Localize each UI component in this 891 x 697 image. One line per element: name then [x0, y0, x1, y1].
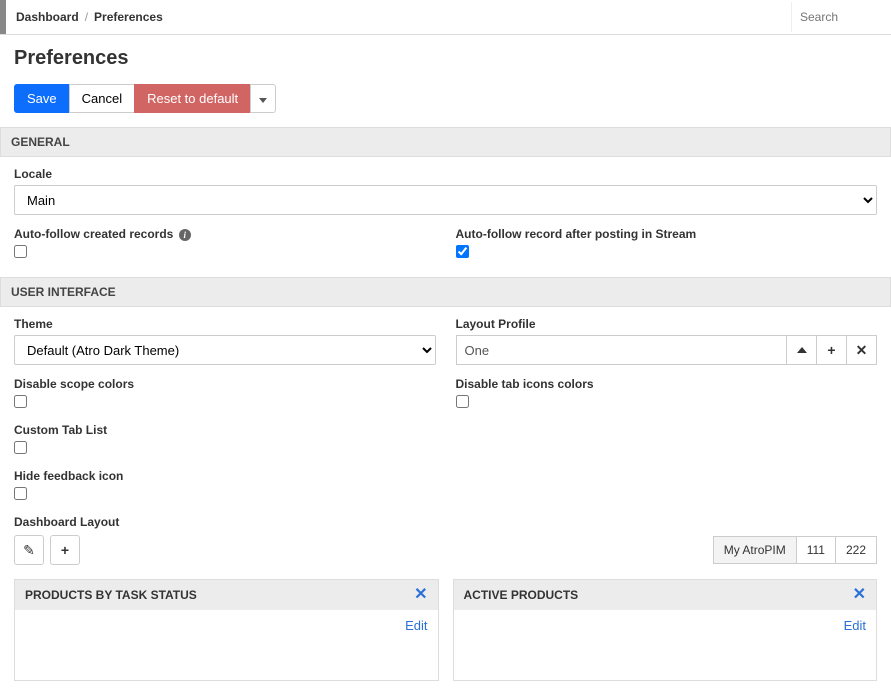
autofollow-stream-checkbox[interactable] — [456, 245, 469, 258]
reset-button[interactable]: Reset to default — [134, 84, 251, 113]
save-button[interactable]: Save — [14, 84, 70, 113]
layout-profile-input[interactable]: One — [456, 335, 788, 365]
dashlet-title: PRODUCTS BY TASK STATUS — [25, 588, 197, 602]
dashlet-close-button[interactable]: ✕ — [414, 587, 427, 603]
dashboard-tab[interactable]: 111 — [797, 536, 836, 564]
disable-tab-icons-label: Disable tab icons colors — [456, 377, 878, 391]
theme-select[interactable]: Default (Atro Dark Theme) — [14, 335, 436, 365]
dashboard-tab[interactable]: 222 — [836, 536, 877, 564]
caret-down-icon — [259, 98, 267, 103]
layout-profile-up-button[interactable] — [787, 335, 817, 365]
dashboard-edit-button[interactable]: ✎ — [14, 535, 44, 565]
breadcrumb: Dashboard / Preferences — [6, 2, 791, 32]
search-input[interactable] — [792, 2, 891, 32]
theme-label: Theme — [14, 317, 436, 331]
layout-profile-label: Layout Profile — [456, 317, 878, 331]
dashlet: ACTIVE PRODUCTS ✕ Edit — [453, 579, 878, 681]
section-general-header: GENERAL — [0, 127, 891, 157]
autofollow-stream-label: Auto-follow record after posting in Stre… — [456, 227, 878, 241]
action-toolbar: Save Cancel Reset to default — [14, 84, 877, 113]
section-ui-header: USER INTERFACE — [0, 277, 891, 307]
dashboard-tab[interactable]: My AtroPIM — [713, 536, 797, 564]
dashlet-close-button[interactable]: ✕ — [853, 587, 866, 603]
breadcrumb-current: Preferences — [94, 10, 163, 24]
breadcrumb-sep: / — [85, 10, 88, 24]
disable-scope-checkbox[interactable] — [14, 395, 27, 408]
locale-select[interactable]: Main — [14, 185, 877, 215]
dashlet-edit-link[interactable]: Edit — [405, 618, 427, 633]
custom-tab-checkbox[interactable] — [14, 441, 27, 454]
layout-profile-add-button[interactable]: + — [817, 335, 847, 365]
dashboard-add-button[interactable]: + — [50, 535, 80, 565]
locale-label: Locale — [14, 167, 877, 181]
dashboard-tabs: My AtroPIM 111 222 — [713, 536, 877, 564]
layout-profile-remove-button[interactable]: ✕ — [847, 335, 877, 365]
hide-feedback-checkbox[interactable] — [14, 487, 27, 500]
dashlet-edit-link[interactable]: Edit — [844, 618, 866, 633]
search-container — [791, 2, 891, 32]
dashlet-title: ACTIVE PRODUCTS — [464, 588, 579, 602]
dashlet: PRODUCTS BY TASK STATUS ✕ Edit — [14, 579, 439, 681]
autofollow-created-label: Auto-follow created records i — [14, 227, 436, 241]
info-icon[interactable]: i — [179, 229, 191, 241]
custom-tab-label: Custom Tab List — [14, 423, 436, 437]
disable-scope-label: Disable scope colors — [14, 377, 436, 391]
dashboard-layout-label: Dashboard Layout — [14, 515, 877, 529]
page-title: Preferences — [14, 47, 877, 70]
disable-tab-icons-checkbox[interactable] — [456, 395, 469, 408]
hide-feedback-label: Hide feedback icon — [14, 469, 436, 483]
chevron-up-icon — [797, 347, 807, 353]
autofollow-created-checkbox[interactable] — [14, 245, 27, 258]
reset-dropdown-toggle[interactable] — [250, 84, 276, 113]
cancel-button[interactable]: Cancel — [69, 84, 135, 113]
breadcrumb-root[interactable]: Dashboard — [16, 10, 79, 24]
